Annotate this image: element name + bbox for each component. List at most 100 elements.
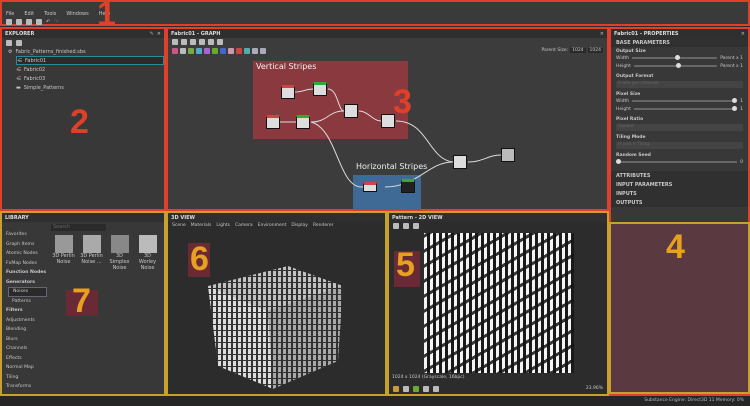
- menu-scene[interactable]: Scene: [172, 223, 186, 229]
- menu-camera[interactable]: Camera: [235, 223, 253, 229]
- alpha-icon[interactable]: [413, 385, 419, 392]
- pin-icon[interactable]: ✎: [150, 31, 154, 37]
- menu-materials[interactable]: Materials: [191, 223, 212, 229]
- new-graph-icon[interactable]: [6, 19, 12, 25]
- library-categories: Favorites Graph Items Atomic Nodes FxMap…: [2, 222, 47, 392]
- category-generators[interactable]: Generators: [2, 278, 47, 288]
- output-width-slider[interactable]: [632, 55, 718, 60]
- resolution-label: 1024 x 1024 (Grayscale, 16bpc): [392, 375, 465, 380]
- inputs-section[interactable]: INPUTS: [611, 189, 748, 198]
- height-value: Parent x 1: [720, 63, 743, 69]
- library-thumb[interactable]: 3D Worley Noise: [135, 235, 160, 271]
- properties-title: Fabric01 - PROPERTIES: [614, 30, 679, 37]
- graph-icon: ⋲: [16, 66, 21, 73]
- output-format-select[interactable]: 8 bits per channel: [616, 81, 743, 88]
- category-normal-map[interactable]: Normal Map: [2, 363, 47, 373]
- category-blurs[interactable]: Blurs: [2, 335, 47, 345]
- graph-node[interactable]: [401, 179, 415, 193]
- copy-icon[interactable]: [413, 223, 419, 229]
- zoom-value[interactable]: 23.96%: [586, 386, 603, 391]
- random-seed-slider[interactable]: [616, 159, 738, 164]
- category-favorites[interactable]: Favorites: [2, 230, 47, 240]
- graph-node[interactable]: [281, 85, 295, 99]
- pixel-width-slider[interactable]: [632, 98, 738, 103]
- height-label: Height: [616, 106, 631, 112]
- output-format-label: Output Format: [616, 74, 654, 79]
- graph-item-fabric01[interactable]: ⋲ Fabric01: [16, 56, 164, 65]
- new-icon[interactable]: [16, 40, 22, 46]
- menu-file[interactable]: File: [6, 11, 14, 17]
- category-filters[interactable]: Filters: [2, 306, 47, 316]
- base-parameters-section[interactable]: BASE PARAMETERS: [611, 38, 748, 47]
- menu-environment[interactable]: Environment: [258, 223, 287, 229]
- close-icon[interactable]: ×: [741, 31, 745, 37]
- library-thumb[interactable]: 3D Perlin Noise ...: [79, 235, 104, 271]
- category-effects[interactable]: Effects: [2, 354, 47, 364]
- category-transforms[interactable]: Transforms: [2, 382, 47, 392]
- 3d-cube: [208, 266, 343, 389]
- graph-node[interactable]: [363, 182, 377, 192]
- annotation-3: 3: [393, 83, 412, 121]
- package-item[interactable]: ⚙ Fabric_Patterns_finished.sbs: [8, 47, 164, 56]
- 2d-texture-preview[interactable]: [424, 233, 574, 373]
- library-thumb[interactable]: 3D Simplex Noise: [107, 235, 132, 271]
- save-icon[interactable]: [36, 19, 42, 25]
- new-package-icon[interactable]: [16, 19, 22, 25]
- redo-icon[interactable]: ↷: [54, 19, 58, 25]
- 2d-view-panel: Pattern - 2D VIEW 5 1024 x 1024 (Graysca…: [387, 211, 609, 396]
- pixel-height-slider[interactable]: [633, 106, 738, 111]
- channel-icon[interactable]: [393, 385, 399, 392]
- close-icon[interactable]: ×: [157, 31, 161, 37]
- input-parameters-section[interactable]: INPUT PARAMETERS: [611, 180, 748, 189]
- category-patterns[interactable]: Patterns: [8, 297, 47, 307]
- outputs-section[interactable]: OUTPUTS: [611, 198, 748, 207]
- 2d-view-title: Pattern - 2D VIEW: [392, 214, 443, 221]
- graph-node[interactable]: [266, 115, 280, 129]
- 3d-view-panel: 3D VIEW Scene Materials Lights Camera Enviro…: [166, 211, 387, 396]
- pixel-ratio-select[interactable]: Square: [616, 124, 743, 131]
- category-channels[interactable]: Channels: [2, 344, 47, 354]
- menu-tools[interactable]: Tools: [44, 11, 56, 17]
- graph-node[interactable]: [313, 82, 327, 96]
- output-height-slider[interactable]: [633, 63, 718, 68]
- category-noises[interactable]: Noises: [8, 287, 47, 297]
- undo-icon[interactable]: ↶: [46, 19, 50, 25]
- category-graph-items[interactable]: Graph Items: [2, 240, 47, 250]
- tile-icon[interactable]: [403, 385, 409, 392]
- graph-node[interactable]: [453, 155, 467, 169]
- save-icon[interactable]: [6, 40, 12, 46]
- fit-icon[interactable]: [393, 223, 399, 229]
- grid-icon[interactable]: [423, 385, 429, 392]
- 3d-view-title: 3D VIEW: [171, 214, 196, 221]
- category-adjustments[interactable]: Adjustments: [2, 316, 47, 326]
- menu-lights[interactable]: Lights: [216, 223, 230, 229]
- menu-edit[interactable]: Edit: [24, 11, 34, 17]
- graph-item-fabric02[interactable]: ⋲ Fabric02: [16, 65, 164, 74]
- graph-icon: ⋲: [16, 75, 21, 82]
- annotation-7: 7: [72, 282, 91, 320]
- graph-node[interactable]: [344, 104, 358, 118]
- open-icon[interactable]: [26, 19, 32, 25]
- graph-node[interactable]: [296, 115, 310, 129]
- category-tiling[interactable]: Tiling: [2, 373, 47, 383]
- annotation-5: 5: [396, 246, 415, 284]
- library-thumb[interactable]: 3D Perlin Noise: [51, 235, 76, 271]
- category-function-nodes[interactable]: Function Nodes: [2, 268, 47, 278]
- annotation-6: 6: [190, 240, 209, 278]
- menu-windows[interactable]: Windows: [66, 11, 88, 17]
- tiling-mode-select[interactable]: H and V Tiling: [616, 142, 743, 149]
- attributes-section[interactable]: ATTRIBUTES: [611, 171, 748, 180]
- category-fxmap-nodes[interactable]: FxMap Nodes: [2, 259, 47, 269]
- graph-item-fabric03[interactable]: ⋲ Fabric03: [16, 74, 164, 83]
- menu-renderer[interactable]: Renderer: [313, 223, 334, 229]
- output-node[interactable]: [501, 148, 515, 162]
- save-icon[interactable]: [403, 223, 409, 229]
- explorer-panel: EXPLORER ✎ × ⚙ Fabric_Patterns_finished.sbs…: [0, 27, 166, 211]
- histogram-icon[interactable]: [433, 385, 439, 392]
- category-blending[interactable]: Blending: [2, 325, 47, 335]
- library-search-input[interactable]: Search: [51, 224, 106, 231]
- pixel-height-value: 1: [740, 106, 743, 112]
- menu-display[interactable]: Display: [291, 223, 308, 229]
- category-atomic-nodes[interactable]: Atomic Nodes: [2, 249, 47, 259]
- folder-simple-patterns[interactable]: ▬ Simple_Patterns: [16, 83, 164, 92]
